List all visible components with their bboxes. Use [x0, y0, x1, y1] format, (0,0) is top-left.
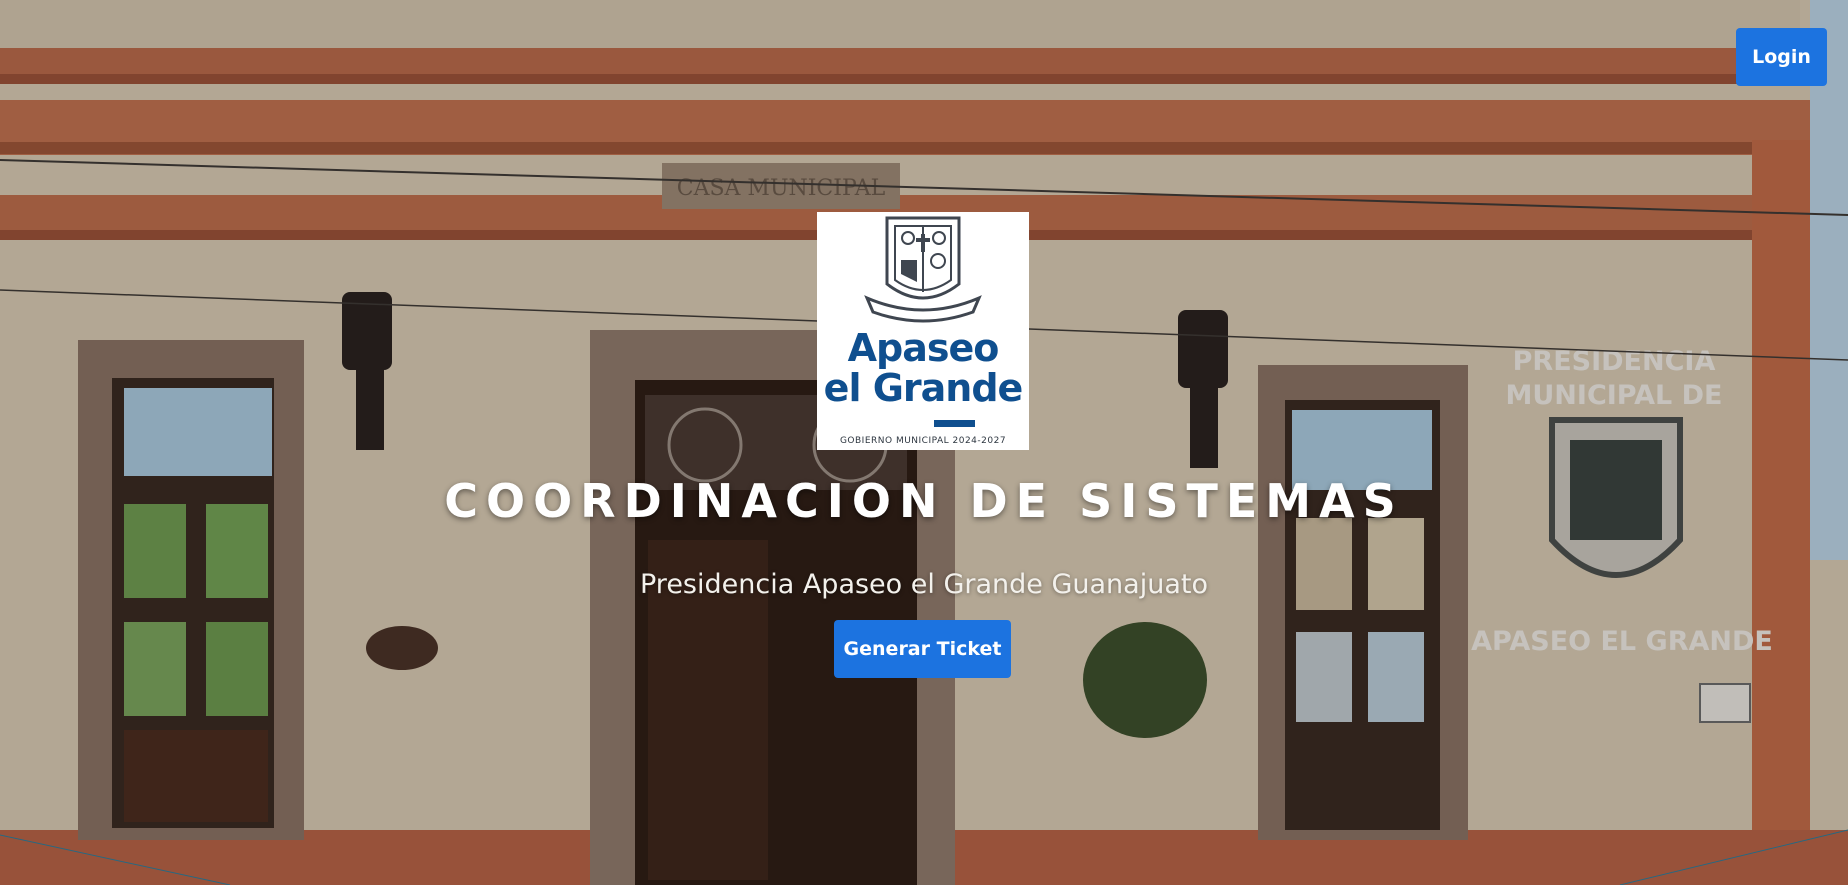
page-subtitle: Presidencia Apaseo el Grande Guanajuato	[640, 569, 1208, 600]
municipal-coat-of-arms-icon	[864, 216, 982, 323]
logo-caption: GOBIERNO MUNICIPAL 2024-2027	[839, 436, 1007, 446]
hero-section: CASA MUNICIPAL PRESIDENCIA MUNICIPAL DE …	[0, 0, 1848, 885]
logo-wordmark-line-1: Apaseo	[847, 326, 1000, 370]
logo-divider	[934, 420, 975, 427]
page-title: COORDINACION DE SISTEMAS	[444, 474, 1404, 528]
login-button[interactable]: Login	[1736, 28, 1827, 86]
logo-wordmark-line-2: el Grande	[823, 366, 1024, 410]
municipal-logo: Apaseo el Grande GOBIERNO MUNICIPAL 2024…	[817, 212, 1029, 450]
generate-ticket-button[interactable]: Generar Ticket	[834, 620, 1011, 678]
